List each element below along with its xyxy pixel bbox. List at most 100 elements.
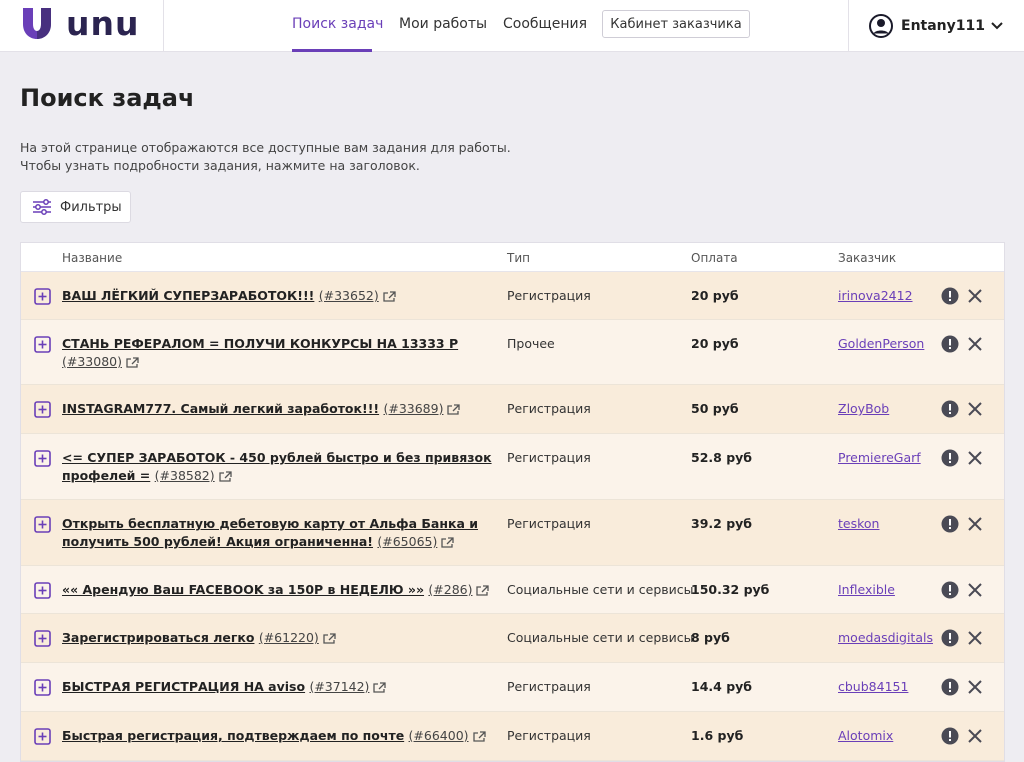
logo-text: unu: [66, 4, 140, 43]
task-title[interactable]: СТАНЬ РЕФЕРАЛОМ = ПОЛУЧИ КОНКУРСЫ НА 133…: [62, 336, 458, 351]
customer-link[interactable]: Alotomix: [838, 728, 893, 743]
expand-plus-icon[interactable]: [34, 679, 51, 696]
close-icon[interactable]: [967, 336, 983, 352]
close-icon[interactable]: [967, 450, 983, 466]
task-title[interactable]: «« Арендую Ваш FACEBOOK за 150Р в НЕДЕЛЮ…: [62, 582, 424, 597]
customer-cabinet-button[interactable]: Кабинет заказчика: [602, 10, 750, 38]
header-customer: Заказчик: [838, 251, 897, 265]
customer-link[interactable]: irinova2412: [838, 288, 913, 303]
nav-messages[interactable]: Сообщения: [503, 16, 587, 32]
external-link-icon[interactable]: [218, 469, 232, 487]
task-title-link[interactable]: <= СУПЕР ЗАРАБОТОК - 450 рублей быстро и…: [62, 449, 497, 487]
report-icon[interactable]: [941, 581, 959, 599]
nav-my-works[interactable]: Мои работы: [399, 16, 487, 32]
close-icon[interactable]: [967, 728, 983, 744]
table-row: СТАНЬ РЕФЕРАЛОМ = ПОЛУЧИ КОНКУРСЫ НА 133…: [21, 320, 1004, 385]
unu-logo-icon: [23, 8, 51, 39]
external-link-icon[interactable]: [472, 729, 486, 747]
external-link-icon[interactable]: [126, 355, 139, 373]
task-id[interactable]: (#65065): [377, 534, 437, 549]
expand-plus-icon[interactable]: [34, 582, 51, 599]
logo[interactable]: unu: [0, 0, 164, 52]
table-row: Быстрая регистрация, подтверждаем по поч…: [21, 712, 1004, 761]
task-title[interactable]: ВАШ ЛЁГКИЙ СУПЕРЗАРАБОТОК!!!: [62, 288, 314, 303]
close-icon[interactable]: [967, 679, 983, 695]
task-id[interactable]: (#286): [428, 582, 472, 597]
task-id[interactable]: (#37142): [309, 679, 369, 694]
tasks-table: Название Тип Оплата Заказчик ВАШ ЛЁГКИЙ …: [20, 242, 1005, 762]
task-title-link[interactable]: «« Арендую Ваш FACEBOOK за 150Р в НЕДЕЛЮ…: [62, 581, 497, 601]
customer-link[interactable]: cbub84151: [838, 679, 908, 694]
task-id[interactable]: (#38582): [155, 468, 215, 483]
task-type: Прочее: [507, 336, 555, 351]
page-title: Поиск задач: [20, 84, 195, 112]
close-icon[interactable]: [967, 401, 983, 417]
task-title-link[interactable]: СТАНЬ РЕФЕРАЛОМ = ПОЛУЧИ КОНКУРСЫ НА 133…: [62, 335, 497, 373]
task-type: Регистрация: [507, 450, 591, 465]
expand-plus-icon[interactable]: [34, 288, 51, 305]
external-link-icon[interactable]: [373, 680, 387, 698]
task-pay: 20 руб: [691, 288, 739, 303]
close-icon[interactable]: [967, 516, 983, 532]
task-title[interactable]: <= СУПЕР ЗАРАБОТОК - 450 рублей быстро и…: [62, 450, 492, 483]
external-link-icon[interactable]: [476, 583, 490, 601]
customer-link[interactable]: teskon: [838, 516, 879, 531]
customer-link[interactable]: Inflexible: [838, 582, 895, 597]
expand-plus-icon[interactable]: [34, 630, 51, 647]
task-type: Регистрация: [507, 679, 591, 694]
report-icon[interactable]: [941, 629, 959, 647]
task-type: Регистрация: [507, 401, 591, 416]
user-circle-icon: [869, 14, 893, 38]
task-pay: 39.2 руб: [691, 516, 753, 531]
task-pay: 52.8 руб: [691, 450, 753, 465]
customer-link[interactable]: PremiereGarf: [838, 450, 921, 465]
user-menu[interactable]: Entany111: [848, 0, 1024, 52]
customer-link[interactable]: moedasdigitals: [838, 630, 933, 645]
task-id[interactable]: (#61220): [259, 630, 319, 645]
external-link-icon[interactable]: [447, 402, 461, 420]
task-title[interactable]: INSTAGRAM777. Самый легкий заработок!!!: [62, 401, 379, 416]
task-title[interactable]: Быстрая регистрация, подтверждаем по поч…: [62, 728, 404, 743]
task-title-link[interactable]: Открыть бесплатную дебетовую карту от Ал…: [62, 515, 497, 553]
report-icon[interactable]: [941, 727, 959, 745]
task-id[interactable]: (#33689): [383, 401, 443, 416]
close-icon[interactable]: [967, 582, 983, 598]
report-icon[interactable]: [941, 515, 959, 533]
task-pay: 8 руб: [691, 630, 730, 645]
chevron-down-icon: [991, 22, 1003, 30]
task-id[interactable]: (#33080): [62, 354, 122, 369]
report-icon[interactable]: [941, 678, 959, 696]
task-type: Регистрация: [507, 516, 591, 531]
task-title-link[interactable]: ВАШ ЛЁГКИЙ СУПЕРЗАРАБОТОК!!! (#33652): [62, 287, 497, 307]
nav-search-tasks[interactable]: Поиск задач: [292, 16, 383, 32]
task-title-link[interactable]: Быстрая регистрация, подтверждаем по поч…: [62, 727, 497, 747]
external-link-icon[interactable]: [323, 631, 336, 649]
task-title-link[interactable]: INSTAGRAM777. Самый легкий заработок!!! …: [62, 400, 497, 420]
external-link-icon[interactable]: [383, 289, 396, 307]
expand-plus-icon[interactable]: [34, 450, 51, 467]
customer-link[interactable]: ZloyBob: [838, 401, 889, 416]
report-icon[interactable]: [941, 400, 959, 418]
filters-button[interactable]: Фильтры: [20, 191, 131, 223]
expand-plus-icon[interactable]: [34, 401, 51, 418]
report-icon[interactable]: [941, 335, 959, 353]
report-icon[interactable]: [941, 449, 959, 467]
task-id[interactable]: (#66400): [409, 728, 469, 743]
external-link-icon[interactable]: [441, 535, 455, 553]
table-row: БЫСТРАЯ РЕГИСТРАЦИЯ НА aviso (#37142) Рег…: [21, 663, 1004, 712]
expand-plus-icon[interactable]: [34, 516, 51, 533]
customer-link[interactable]: GoldenPerson: [838, 336, 924, 351]
expand-plus-icon[interactable]: [34, 336, 51, 353]
task-title[interactable]: Зарегистрироваться легко: [62, 630, 254, 645]
task-id[interactable]: (#33652): [319, 288, 379, 303]
expand-plus-icon[interactable]: [34, 728, 51, 745]
task-title-link[interactable]: Зарегистрироваться легко (#61220): [62, 629, 497, 649]
task-type: Социальные сети и сервисы: [507, 582, 694, 597]
close-icon[interactable]: [967, 288, 983, 304]
task-pay: 150.32 руб: [691, 582, 770, 597]
task-pay: 14.4 руб: [691, 679, 753, 694]
report-icon[interactable]: [941, 287, 959, 305]
task-title-link[interactable]: БЫСТРАЯ РЕГИСТРАЦИЯ НА aviso (#37142): [62, 678, 497, 698]
task-title[interactable]: БЫСТРАЯ РЕГИСТРАЦИЯ НА aviso: [62, 679, 305, 694]
close-icon[interactable]: [967, 630, 983, 646]
